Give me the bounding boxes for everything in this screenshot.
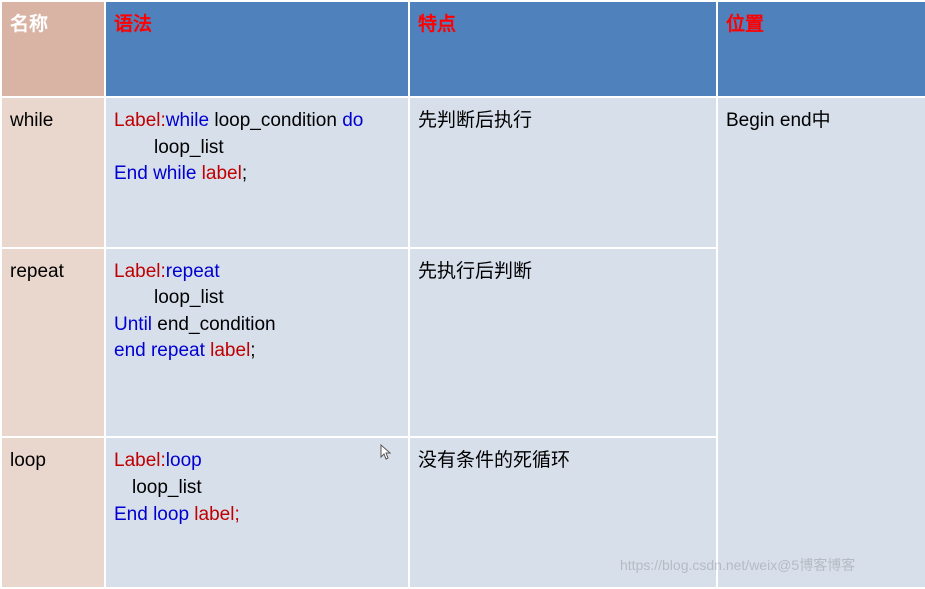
row-while-syntax: Label:while loop_condition do loop_list …	[105, 97, 409, 248]
header-location: 位置	[717, 1, 925, 97]
row-repeat-feature: 先执行后判断	[409, 248, 717, 438]
header-name: 名称	[1, 1, 105, 97]
row-while-feature: 先判断后执行	[409, 97, 717, 248]
syntax-text: loop_list	[154, 137, 224, 158]
syntax-keyword: while	[166, 110, 215, 131]
syntax-label: Label:	[114, 261, 166, 282]
row-repeat-name: repeat	[1, 248, 105, 438]
row-loop-syntax: Label:loop loop_list End loop label;	[105, 437, 409, 588]
row-loop-feature: 没有条件的死循环	[409, 437, 717, 588]
row-repeat-syntax: Label:repeat loop_list Until end_conditi…	[105, 248, 409, 438]
syntax-keyword: do	[342, 110, 363, 131]
row-loop-name: loop	[1, 437, 105, 588]
syntax-text: loop_list	[154, 287, 224, 308]
syntax-keyword: repeat	[166, 261, 220, 282]
syntax-text: loop_condition	[214, 110, 342, 131]
syntax-keyword: loop	[166, 450, 202, 471]
syntax-text: loop_list	[132, 477, 202, 498]
table-row: while Label:while loop_condition do loop…	[1, 97, 925, 248]
table-header-row: 名称 语法 特点 位置	[1, 1, 925, 97]
syntax-keyword: End loop	[114, 504, 194, 525]
loop-syntax-table: 名称 语法 特点 位置 while Label:while loop_condi…	[0, 0, 925, 589]
row-location: Begin end中	[717, 97, 925, 588]
row-while-name: while	[1, 97, 105, 248]
header-feature: 特点	[409, 1, 717, 97]
syntax-label: label;	[194, 504, 239, 525]
syntax-label: Label:	[114, 110, 166, 131]
syntax-keyword: end repeat	[114, 340, 210, 361]
header-syntax: 语法	[105, 1, 409, 97]
syntax-keyword: Until	[114, 314, 157, 335]
syntax-label: Label:	[114, 450, 166, 471]
syntax-label: label	[202, 163, 242, 184]
syntax-label: label	[210, 340, 250, 361]
syntax-text: end_condition	[157, 314, 275, 335]
syntax-text: ;	[250, 340, 255, 361]
syntax-text: ;	[242, 163, 247, 184]
syntax-keyword: End while	[114, 163, 202, 184]
